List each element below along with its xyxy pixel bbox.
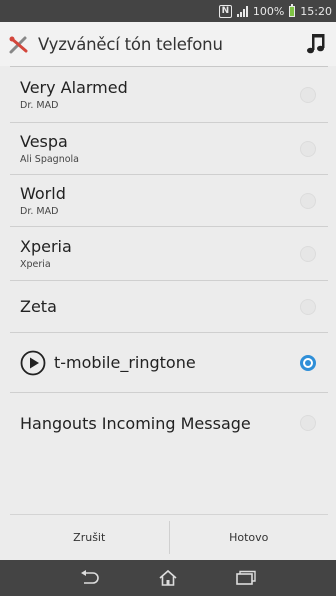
- radio-button-selected[interactable]: [300, 354, 316, 371]
- clock: 15:20: [300, 4, 332, 18]
- ringtone-artist: Ali Spagnola: [20, 154, 80, 165]
- signal-icon: [236, 5, 248, 17]
- ringtone-tools-icon: [9, 36, 28, 54]
- play-icon[interactable]: [20, 350, 46, 376]
- radio-button[interactable]: [300, 415, 316, 431]
- ringtone-row-t-mobile[interactable]: t-mobile_ringtone: [10, 333, 328, 393]
- ringtone-title: Vespa: [20, 132, 68, 151]
- status-bar: N 100% 15:20: [0, 0, 336, 22]
- radio-button[interactable]: [300, 140, 316, 157]
- ringtone-row-xperia[interactable]: Xperia Xperia: [10, 227, 328, 281]
- radio-button[interactable]: [300, 192, 316, 209]
- ringtone-title: t-mobile_ringtone: [54, 353, 196, 372]
- radio-button[interactable]: [300, 245, 316, 262]
- ringtone-title: Zeta: [20, 297, 57, 316]
- home-icon[interactable]: [158, 569, 178, 587]
- ringtone-title: Very Alarmed: [20, 78, 128, 97]
- ringtone-row-very-alarmed[interactable]: Very Alarmed Dr. MAD: [10, 67, 328, 123]
- title-bar: Vyzváněcí tón telefonu: [0, 22, 336, 66]
- ringtone-title: World: [20, 184, 66, 203]
- ringtone-title: Hangouts Incoming Message: [20, 413, 251, 433]
- page-title: Vyzváněcí tón telefonu: [38, 34, 223, 54]
- ringtone-row-zeta[interactable]: Zeta: [10, 281, 328, 333]
- nfc-icon: N: [218, 4, 232, 18]
- back-icon[interactable]: [79, 570, 101, 586]
- cancel-button[interactable]: Zrušit: [10, 515, 169, 560]
- ringtone-row-world[interactable]: World Dr. MAD: [10, 175, 328, 227]
- ringtone-row-hangouts[interactable]: Hangouts Incoming Message: [10, 393, 328, 453]
- ringtone-artist: Dr. MAD: [20, 206, 59, 217]
- battery-percent: 100%: [252, 4, 285, 18]
- dialog-button-bar: Zrušit Hotovo: [10, 514, 328, 560]
- ringtone-artist: Xperia: [20, 259, 51, 270]
- ringtone-title: Xperia: [20, 237, 72, 256]
- recent-apps-icon[interactable]: [235, 570, 257, 586]
- battery-icon: [289, 3, 296, 17]
- ringtone-list: Very Alarmed Dr. MAD Vespa Ali Spagnola …: [10, 66, 328, 453]
- ringtone-row-vespa[interactable]: Vespa Ali Spagnola: [10, 123, 328, 175]
- done-button[interactable]: Hotovo: [170, 515, 329, 560]
- ringtone-artist: Dr. MAD: [20, 100, 59, 111]
- radio-button[interactable]: [300, 86, 316, 103]
- navigation-bar: [0, 560, 336, 596]
- radio-button[interactable]: [300, 298, 316, 315]
- music-note-icon[interactable]: [306, 32, 328, 56]
